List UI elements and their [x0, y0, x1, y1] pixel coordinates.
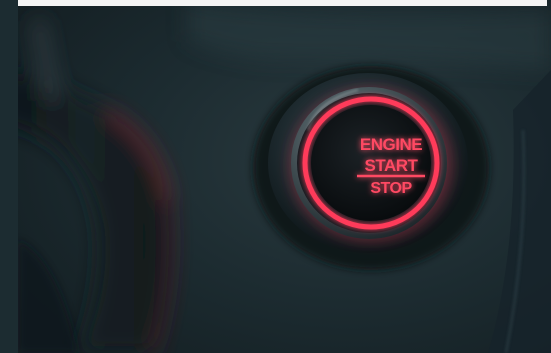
label-stop: STOP	[370, 180, 412, 197]
label-engine: ENGINE	[360, 135, 422, 154]
top-white-bar	[18, 0, 547, 6]
car-interior-photo: ENGINE START STOP	[18, 0, 551, 353]
photo-frame: ENGINE START STOP	[0, 0, 551, 353]
label-start: START	[365, 156, 419, 175]
